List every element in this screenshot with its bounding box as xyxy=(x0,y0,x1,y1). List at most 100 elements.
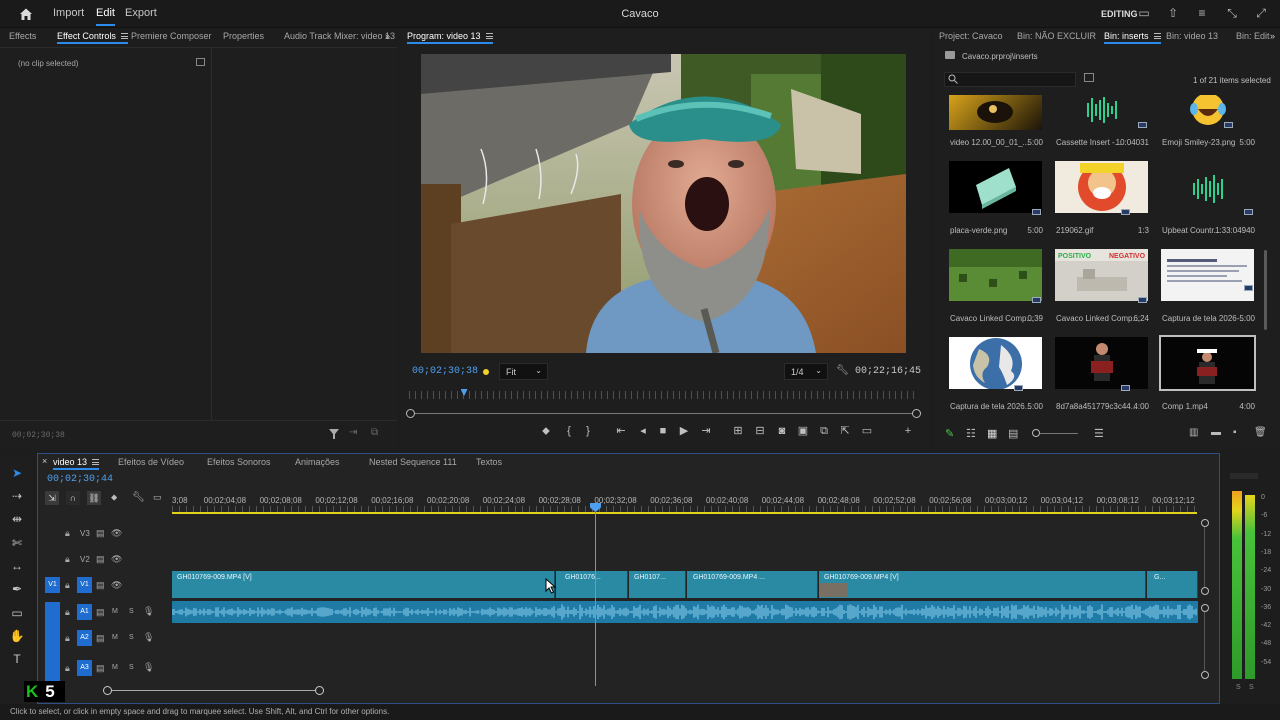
wrench-icon[interactable]: 🔧︎ xyxy=(836,365,849,376)
more-tabs-icon[interactable]: » xyxy=(1270,31,1275,41)
panel-menu-icon[interactable] xyxy=(1153,33,1161,39)
a-scrollbar[interactable] xyxy=(1204,612,1205,671)
zoom-handle-right[interactable] xyxy=(912,409,921,418)
step-back-icon[interactable]: ◂ xyxy=(636,424,650,438)
go-to-in-icon[interactable]: ⇤ xyxy=(614,424,628,438)
track-select-icon[interactable]: ⇢ xyxy=(9,488,25,504)
lock-icon[interactable]: 🔒︎ xyxy=(65,554,70,565)
mute-button[interactable]: M xyxy=(112,634,118,641)
mute-button[interactable]: M xyxy=(112,608,118,615)
list-view-icon[interactable]: ☷ xyxy=(966,427,976,440)
program-ruler[interactable] xyxy=(409,391,919,399)
bin-item-thumb[interactable] xyxy=(1161,161,1254,213)
freeform-view-icon[interactable]: ▤ xyxy=(1008,427,1018,440)
timeline-playhead-line[interactable] xyxy=(595,506,596,686)
tab-textos[interactable]: Textos xyxy=(476,457,502,467)
pencil-icon[interactable]: ✎ xyxy=(945,427,954,440)
track-name-a1[interactable]: A1 xyxy=(77,604,92,620)
fullscreen-icon[interactable]: ⤢ xyxy=(1254,6,1268,20)
multicam-icon[interactable]: ⧉ xyxy=(817,424,831,438)
tab-audio-track-mixer[interactable]: Audio Track Mixer: video 13 xyxy=(284,31,395,41)
play-icon[interactable]: ▶ xyxy=(677,424,691,438)
toggle-sync-icon[interactable]: ▤ xyxy=(96,663,105,674)
work-area-bar[interactable] xyxy=(172,512,1197,514)
microphone-icon[interactable]: 🎙︎ xyxy=(143,632,154,643)
track-name-v1[interactable]: V1 xyxy=(77,577,92,593)
toggle-sync-icon[interactable]: ▤ xyxy=(96,528,105,539)
tab-project[interactable]: Project: Cavaco xyxy=(939,31,1003,41)
scroll-handle[interactable] xyxy=(1201,519,1209,527)
camera-icon[interactable]: ◙ xyxy=(775,424,789,438)
scroll-handle[interactable] xyxy=(1201,604,1209,612)
fit-dropdown[interactable]: Fit ⌄ xyxy=(499,363,548,380)
workspace-label[interactable]: EDITING xyxy=(1101,9,1138,19)
tab-bin-video-13[interactable]: Bin: video 13 xyxy=(1166,31,1218,41)
toggle-sync-icon[interactable]: ▤ xyxy=(96,607,105,618)
resolution-dropdown[interactable]: 1/4 ⌄ xyxy=(784,363,828,380)
ripple-edit-icon[interactable]: ⇹ xyxy=(9,511,25,527)
mute-button[interactable]: M xyxy=(112,664,118,671)
bin-search-input[interactable] xyxy=(944,72,1076,87)
timeline-zoom-handle-left[interactable] xyxy=(103,686,112,695)
scroll-handle[interactable] xyxy=(1201,671,1209,679)
v-scrollbar[interactable] xyxy=(1204,527,1205,587)
tab-nested-sequence[interactable]: Nested Sequence 111 xyxy=(369,457,457,467)
bin-item-thumb[interactable] xyxy=(1055,95,1148,130)
bin-item-thumb[interactable] xyxy=(949,337,1042,389)
razor-tool-icon[interactable]: ✄ xyxy=(9,535,25,551)
tab-properties[interactable]: Properties xyxy=(223,31,264,41)
eye-icon[interactable]: 👁︎ xyxy=(111,554,122,565)
new-item-icon[interactable]: ▪ xyxy=(1233,427,1237,438)
lift-icon[interactable]: ⊞ xyxy=(731,424,745,438)
captions-icon[interactable]: ▭ xyxy=(153,492,162,503)
lock-icon[interactable]: 🔒︎ xyxy=(65,580,70,591)
track-name-a3[interactable]: A3 xyxy=(77,660,92,676)
eye-icon[interactable]: 👁︎ xyxy=(111,528,122,539)
tab-effects[interactable]: Effects xyxy=(9,31,36,41)
scroll-handle[interactable] xyxy=(1201,587,1209,595)
timeline-zoom-bar[interactable] xyxy=(108,690,320,691)
tab-sequence-video-13[interactable]: video 13 xyxy=(53,457,100,470)
snap-icon[interactable]: ∩ xyxy=(66,491,80,505)
program-timecode[interactable]: 00;02;30;38 xyxy=(412,366,478,377)
timeline-zoom-handle-right[interactable] xyxy=(315,686,324,695)
more-tabs-icon[interactable]: » xyxy=(385,31,390,41)
bin-item-thumb-selected[interactable] xyxy=(1159,335,1256,391)
linked-selection-icon[interactable]: ⛓ xyxy=(87,491,101,505)
solo-right-button[interactable]: S xyxy=(1249,684,1254,691)
extract-icon[interactable]: ⊟ xyxy=(753,424,767,438)
workspaces-icon[interactable]: ▭ xyxy=(1137,6,1151,20)
rectangle-tool-icon[interactable]: ▭ xyxy=(9,605,25,621)
thumb-size-handle[interactable] xyxy=(1032,429,1040,437)
track-name-a2[interactable]: A2 xyxy=(77,630,92,646)
type-tool-icon[interactable]: T xyxy=(9,651,25,667)
lock-icon[interactable]: 🔒︎ xyxy=(65,528,70,539)
audio-source-patch[interactable] xyxy=(45,602,60,682)
export-icon[interactable]: ⇱ xyxy=(838,424,852,438)
share-icon[interactable]: ⇧ xyxy=(1166,6,1180,20)
solo-button[interactable]: S xyxy=(129,664,134,671)
insert-nest-icon[interactable]: ⇲ xyxy=(45,491,59,505)
add-marker-icon[interactable]: ⬥ xyxy=(539,424,553,438)
mark-in-icon[interactable]: { xyxy=(562,424,576,438)
bin-item-thumb[interactable] xyxy=(1161,249,1254,301)
comparison-icon[interactable]: ▣ xyxy=(796,424,810,438)
bin-item-thumb[interactable] xyxy=(1161,95,1254,130)
sort-icon[interactable]: ☰ xyxy=(1094,427,1104,440)
toggle-timeline-icon[interactable] xyxy=(196,58,205,66)
tab-animacoes[interactable]: Animações xyxy=(295,457,340,467)
solo-button[interactable]: S xyxy=(129,608,134,615)
panel-menu-icon[interactable] xyxy=(485,33,493,39)
source-patch-v1[interactable]: V1 xyxy=(45,577,60,593)
bin-item-thumb[interactable] xyxy=(1055,337,1148,389)
export-frame-icon[interactable]: ⇥ xyxy=(349,427,357,438)
new-search-bin-icon[interactable] xyxy=(1084,73,1094,82)
menu-icon[interactable]: ≡ xyxy=(1195,6,1209,20)
stop-icon[interactable]: ■ xyxy=(656,424,670,438)
add-button-icon[interactable]: + xyxy=(901,424,915,438)
go-to-out-icon[interactable]: ⇥ xyxy=(699,424,713,438)
tab-effect-controls[interactable]: Effect Controls xyxy=(57,31,128,44)
automate-icon[interactable]: ▥ xyxy=(1189,427,1198,438)
filter-icon[interactable] xyxy=(329,429,339,439)
trash-icon[interactable]: 🗑︎ xyxy=(1254,427,1267,438)
